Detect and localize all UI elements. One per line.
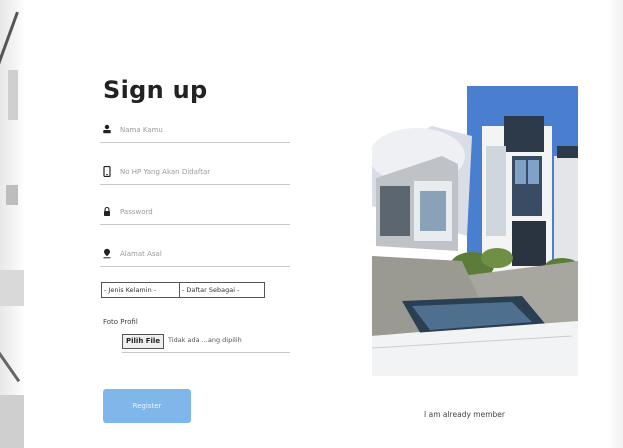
register-button[interactable]: Register: [103, 389, 191, 423]
password-input[interactable]: [120, 205, 288, 219]
lock-icon: [102, 206, 112, 218]
house-illustration: [369, 86, 580, 376]
phone-field: [100, 162, 290, 185]
file-input-row: Pilih File Tidak ada ...ang dipilih: [122, 332, 290, 353]
choose-file-button[interactable]: Pilih File: [122, 334, 165, 349]
password-field: [100, 202, 290, 225]
role-select[interactable]: - Daftar Sebagai -: [179, 282, 265, 298]
left-background-strip: [0, 0, 24, 448]
decor-shape: [0, 395, 24, 448]
decor-shape: [0, 347, 21, 383]
right-background-strip: [607, 0, 623, 448]
user-icon: [102, 124, 112, 136]
decor-shape: [0, 270, 24, 306]
decor-shape: [0, 11, 19, 79]
phone-input[interactable]: [120, 165, 288, 179]
address-field: [100, 244, 290, 267]
photo-label: Foto Profil: [103, 318, 138, 326]
already-member-link[interactable]: I am already member: [424, 410, 505, 419]
decor-shape: [8, 70, 18, 120]
name-input[interactable]: [120, 123, 288, 137]
phone-icon: [102, 165, 112, 178]
location-icon: [102, 248, 112, 260]
name-field: [100, 120, 290, 143]
gender-select[interactable]: - Jenis Kelamin -: [101, 282, 181, 298]
page-title: Sign up: [103, 76, 208, 105]
address-input[interactable]: [120, 247, 288, 261]
file-status-text: Tidak ada ...ang dipilih: [168, 336, 242, 344]
decor-shape: [6, 185, 18, 205]
